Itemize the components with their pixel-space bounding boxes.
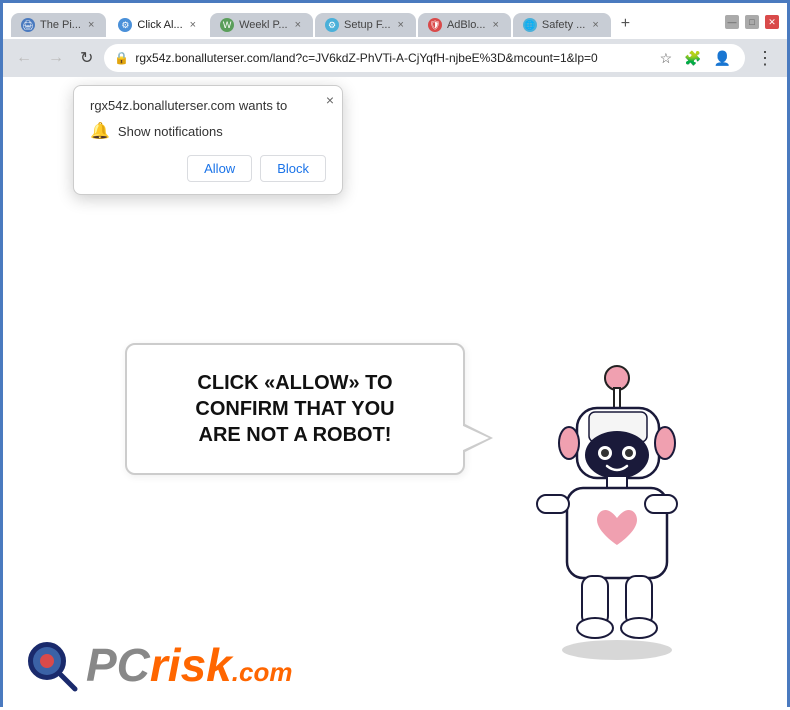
address-text: rgx54z.bonalluterser.com/land?c=JV6kdZ-P… [135,51,649,65]
speech-bubble: CLICK «ALLOW» TO CONFIRM THAT YOU ARE NO… [125,343,465,475]
tab-favicon-6: 🌐 [523,18,537,32]
speech-bubble-wrapper: CLICK «ALLOW» TO CONFIRM THAT YOU ARE NO… [125,343,465,475]
pcrisk-text: PCrisk.com [86,639,292,691]
reload-button[interactable]: ↻ [75,45,98,71]
forward-button[interactable]: → [43,46,69,70]
pcrisk-logo: PCrisk.com [23,637,292,692]
tab-safety[interactable]: 🌐 Safety ... × [513,13,611,37]
tab-close-1[interactable]: × [86,18,96,32]
tab-close-6[interactable]: × [590,18,600,32]
tab-the-pi[interactable]: 🖨 The Pi... × [11,13,106,37]
browser-content: rgx54z.bonalluterser.com wants to × 🔔 Sh… [3,77,787,710]
tab-close-5[interactable]: × [490,18,500,32]
bubble-line2: ARE NOT A ROBOT! [199,424,392,446]
tab-close-2[interactable]: × [188,18,198,32]
back-button[interactable]: ← [11,46,37,70]
robot-illustration [507,360,727,670]
tab-label-5: AdBlo... [447,19,486,31]
bell-icon: 🔔 [90,121,110,141]
tab-label-3: Weekl P... [239,19,288,31]
tab-adblock[interactable]: 🛡 AdBlo... × [418,13,511,37]
address-actions: ☆ 🧩 👤 [656,48,735,69]
window-controls: — □ ✕ [725,15,779,29]
popup-title: rgx54z.bonalluterser.com wants to [90,98,326,113]
block-button[interactable]: Block [260,155,326,182]
popup-notification-text: Show notifications [118,124,223,139]
bubble-line1: CLICK «ALLOW» TO CONFIRM THAT YOU [195,372,394,420]
popup-notification-row: 🔔 Show notifications [90,121,326,141]
address-bar-row: ← → ↻ 🔒 rgx54z.bonalluterser.com/land?c=… [3,39,787,77]
profile-button[interactable]: 👤 [710,48,735,69]
notification-popup: rgx54z.bonalluterser.com wants to × 🔔 Sh… [73,85,343,195]
pcrisk-risk-text: risk [150,639,232,691]
tab-favicon-3: W [220,18,234,32]
robot-svg [507,360,727,670]
close-button[interactable]: ✕ [765,15,779,29]
bookmark-button[interactable]: ☆ [656,48,677,69]
tab-favicon-5: 🛡 [428,18,442,32]
pcrisk-text-area: PCrisk.com [86,638,292,692]
popup-buttons: Allow Block [90,155,326,182]
lock-icon: 🔒 [114,51,129,65]
tab-weekl[interactable]: W Weekl P... × [210,13,313,37]
tab-label-6: Safety ... [542,19,585,31]
browser-window: 🖨 The Pi... × ⚙ Click Al... × W Weekl P.… [3,3,787,710]
new-tab-button[interactable]: + [613,11,638,37]
tab-label-1: The Pi... [40,19,81,31]
address-field[interactable]: 🔒 rgx54z.bonalluterser.com/land?c=JV6kdZ… [104,44,745,72]
tab-setup[interactable]: ⚙ Setup F... × [315,13,416,37]
tab-favicon-2: ⚙ [118,18,132,32]
title-bar: 🖨 The Pi... × ⚙ Click Al... × W Weekl P.… [3,3,787,39]
extension-button[interactable]: 🧩 [680,48,705,69]
tab-favicon-4: ⚙ [325,18,339,32]
pcrisk-dotcom-text: .com [232,657,293,687]
pcrisk-magnifier-icon [23,637,78,692]
popup-close-button[interactable]: × [326,92,334,108]
pcrisk-pc-text: PC [86,639,150,691]
tab-label-2: Click Al... [137,19,182,31]
tab-close-4[interactable]: × [396,18,406,32]
bubble-text: CLICK «ALLOW» TO CONFIRM THAT YOU ARE NO… [157,370,433,448]
browser-menu-button[interactable]: ⋮ [751,46,779,71]
tab-favicon-1: 🖨 [21,18,35,32]
tab-close-3[interactable]: × [293,18,303,32]
minimize-button[interactable]: — [725,15,739,29]
tab-click-al[interactable]: ⚙ Click Al... × [108,13,208,37]
allow-button[interactable]: Allow [187,155,252,182]
tabs-area: 🖨 The Pi... × ⚙ Click Al... × W Weekl P.… [11,11,725,37]
maximize-button[interactable]: □ [745,15,759,29]
tab-label-4: Setup F... [344,19,390,31]
